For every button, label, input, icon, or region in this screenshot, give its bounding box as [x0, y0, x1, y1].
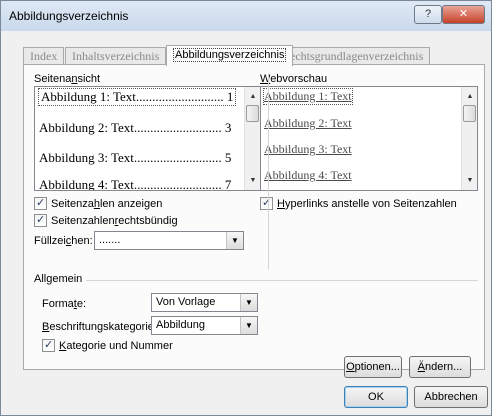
options-button[interactable]: Optionen...	[344, 356, 402, 378]
cancel-button[interactable]: Abbrechen	[414, 386, 488, 408]
list-item: Abbildung 2: Text.......................…	[39, 120, 232, 135]
list-item: Abbildung 4: Text.......................…	[39, 177, 232, 191]
caption-select[interactable]: Abbildung ▼	[151, 316, 258, 335]
chevron-down-icon[interactable]: ▼	[240, 317, 257, 334]
list-item: Abbildung 3: Text.......................…	[39, 150, 232, 165]
list-item: Abbildung 2: Text	[264, 116, 352, 130]
caption-label: Beschriftungskategorie:	[42, 321, 157, 333]
checkbox-checked-icon[interactable]	[42, 338, 55, 352]
vertical-divider	[268, 73, 269, 270]
right-align-page-numbers-checkbox[interactable]: Seitenzahlen rechtsbündig	[34, 213, 178, 227]
checkbox-checked-icon[interactable]	[260, 196, 273, 210]
web-preview-label: Webvorschau	[260, 73, 328, 85]
scroll-down-arrow-icon[interactable]: ▼	[462, 173, 477, 189]
close-button[interactable]: ✕	[442, 5, 485, 24]
dialog-title: Abbildungsverzeichnis	[9, 9, 129, 23]
checkbox-checked-icon[interactable]	[34, 213, 47, 227]
tab-rechtsgrundlagenverzeichnis[interactable]: Rechtsgrundlagenverzeichnis	[275, 47, 431, 65]
title-bar: Abbildungsverzeichnis ? ✕	[1, 1, 491, 31]
chevron-down-icon[interactable]: ▼	[226, 232, 243, 249]
tab-inhaltsverzeichnis[interactable]: Inhaltsverzeichnis	[65, 47, 167, 65]
scroll-thumb[interactable]	[246, 105, 259, 122]
list-item: Abbildung 3: Text	[264, 142, 352, 156]
formats-label: Formate:	[42, 298, 87, 310]
show-page-numbers-checkbox[interactable]: Seitenzahlen anzeigen	[34, 196, 162, 210]
dialog-window: Abbildungsverzeichnis ? ✕ Index Inhaltsv…	[0, 0, 492, 416]
web-preview-scrollbar[interactable]: ▲ ▼	[461, 87, 477, 190]
tab-abbildungsverzeichnis[interactable]: Abbildungsverzeichnis	[166, 45, 294, 66]
modify-button[interactable]: Ändern...	[409, 356, 471, 378]
general-heading: Allgemein	[34, 273, 83, 285]
print-preview-scrollbar[interactable]: ▲ ▼	[244, 87, 260, 190]
ok-button[interactable]: OK	[344, 386, 408, 408]
hyperlinks-checkbox[interactable]: Hyperlinks anstelle von Seitenzahlen	[260, 196, 457, 210]
list-item: Abbildung 1: Text	[263, 88, 353, 105]
scroll-down-arrow-icon[interactable]: ▼	[245, 173, 260, 189]
scroll-up-arrow-icon[interactable]: ▲	[245, 89, 260, 105]
horizontal-divider	[86, 280, 478, 281]
list-item: Abbildung 1: Text.......................…	[37, 88, 237, 106]
chevron-down-icon[interactable]: ▼	[240, 294, 257, 311]
formats-select[interactable]: Von Vorlage ▼	[151, 293, 258, 312]
include-label-number-checkbox[interactable]: Kategorie und Nummer	[42, 338, 173, 352]
tab-index[interactable]: Index	[23, 47, 65, 65]
tab-panel: Seitenansicht Abbildung 1: Text.........…	[23, 64, 485, 378]
scroll-up-arrow-icon[interactable]: ▲	[462, 89, 477, 105]
scroll-thumb[interactable]	[463, 105, 476, 122]
web-preview-list[interactable]: Abbildung 1: Text Abbildung 2: Text Abbi…	[260, 86, 478, 191]
help-button[interactable]: ?	[414, 5, 442, 24]
print-preview-label: Seitenansicht	[34, 73, 101, 85]
print-preview-list[interactable]: Abbildung 1: Text.......................…	[34, 86, 261, 191]
tab-leader-label: Füllzeichen:	[34, 235, 93, 247]
checkbox-checked-icon[interactable]	[34, 196, 47, 210]
tab-leader-select[interactable]: ....... ▼	[94, 231, 244, 250]
list-item: Abbildung 4: Text	[264, 168, 352, 182]
